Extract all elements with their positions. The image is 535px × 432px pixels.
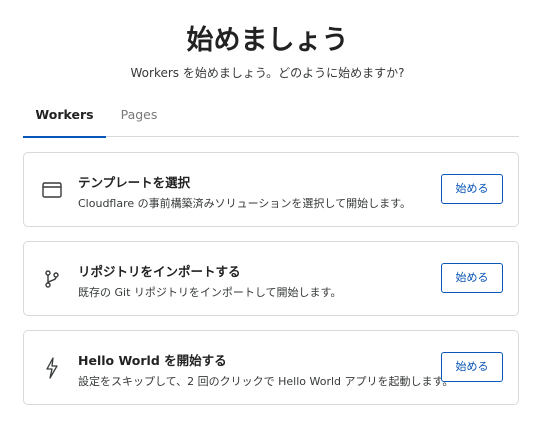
card-title: テンプレートを選択 xyxy=(78,175,191,190)
card-select-template: テンプレートを選択 Cloudflare の事前構築済みソリューションを選択して… xyxy=(23,152,519,227)
page: 始めましょう Workers を始めましょう。どのように始めますか? Worke… xyxy=(0,0,535,432)
git-branch-icon xyxy=(41,268,63,290)
card-title: リポジトリをインポートする xyxy=(78,264,241,279)
card-hello-world: Hello World を開始する 設定をスキップして、2 回のクリックで He… xyxy=(23,330,519,405)
card-import-repository: リポジトリをインポートする 既存の Git リポジトリをインポートして開始します… xyxy=(23,241,519,316)
browser-window-icon xyxy=(41,179,63,201)
card-title: Hello World を開始する xyxy=(78,353,227,368)
card-description: 既存の Git リポジトリをインポートして開始します。 xyxy=(78,286,342,299)
card-description: 設定をスキップして、2 回のクリックで Hello World アプリを起動しま… xyxy=(78,375,454,388)
lightning-bolt-icon xyxy=(41,357,63,379)
tab-bar: Workers Pages xyxy=(23,98,519,138)
tab-pages[interactable]: Pages xyxy=(106,98,172,137)
start-button[interactable]: 始める xyxy=(441,263,503,293)
page-subtitle: Workers を始めましょう。どのように始めますか? xyxy=(130,66,405,80)
card-description: Cloudflare の事前構築済みソリューションを選択して開始します。 xyxy=(78,197,411,210)
tab-workers[interactable]: Workers xyxy=(23,98,106,138)
page-title: 始めましょう xyxy=(186,25,349,56)
start-button[interactable]: 始める xyxy=(441,352,503,382)
start-button[interactable]: 始める xyxy=(441,174,503,204)
